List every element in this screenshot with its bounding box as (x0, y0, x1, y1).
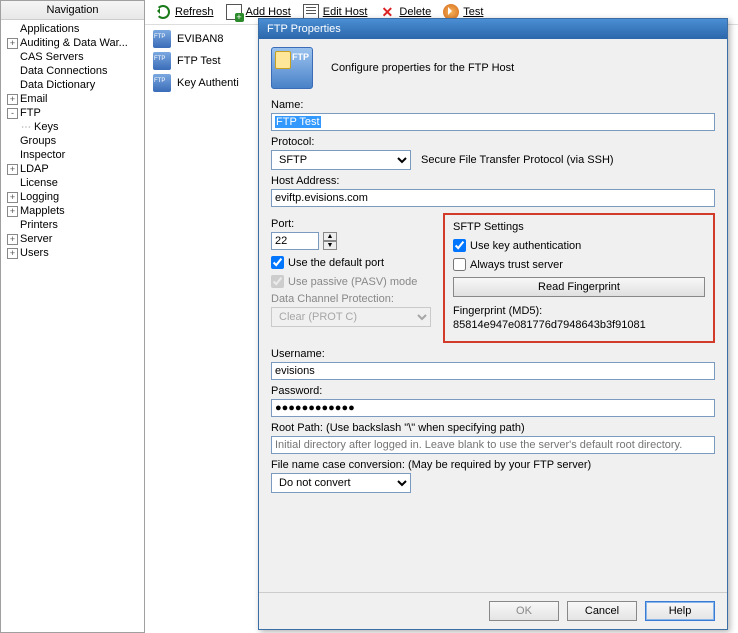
username-label: Username: (271, 348, 715, 360)
nav-item-printers[interactable]: Printers (1, 218, 144, 232)
dialog-subtitle: Configure properties for the FTP Host (331, 62, 514, 74)
read-fingerprint-button[interactable]: Read Fingerprint (453, 277, 705, 297)
port-down-button[interactable]: ▼ (323, 241, 337, 250)
navigation-tree: Applications +Auditing & Data War... CAS… (1, 20, 144, 262)
nav-item-dataconn[interactable]: Data Connections (1, 64, 144, 78)
dialog-title: FTP Properties (259, 19, 727, 39)
ftp-icon (153, 30, 171, 48)
host-input[interactable] (271, 189, 715, 207)
nav-item-ldap[interactable]: +LDAP (1, 162, 144, 176)
expand-icon[interactable]: + (7, 206, 18, 217)
help-button[interactable]: Help (645, 601, 715, 621)
name-input[interactable]: FTP Test (271, 113, 715, 131)
dcp-label: Data Channel Protection: (271, 293, 431, 305)
host-label: Host Address: (271, 175, 715, 187)
ftp-properties-dialog: FTP Properties Configure properties for … (258, 18, 728, 630)
sftp-settings-title: SFTP Settings (453, 221, 705, 233)
refresh-button[interactable]: Refresh (155, 4, 214, 20)
nav-item-license[interactable]: License (1, 176, 144, 190)
default-port-checkbox[interactable]: Use the default port (271, 256, 431, 269)
nav-item-users[interactable]: +Users (1, 246, 144, 260)
case-label: File name case conversion: (May be requi… (271, 459, 715, 471)
port-up-button[interactable]: ▲ (323, 232, 337, 241)
expand-icon[interactable]: + (7, 164, 18, 175)
dcp-select: Clear (PROT C) (271, 307, 431, 327)
fingerprint-label: Fingerprint (MD5): (453, 305, 705, 317)
nav-item-keys[interactable]: ⋯Keys (1, 120, 144, 134)
nav-item-logging[interactable]: +Logging (1, 190, 144, 204)
expand-icon[interactable]: + (7, 38, 18, 49)
name-label: Name: (271, 99, 715, 111)
add-icon (226, 4, 242, 20)
cancel-button[interactable]: Cancel (567, 601, 637, 621)
protocol-select[interactable]: SFTP (271, 150, 411, 170)
nav-item-server[interactable]: +Server (1, 232, 144, 246)
ftp-large-icon (271, 47, 313, 89)
rootpath-label: Root Path: (Use backslash "\" when speci… (271, 422, 715, 434)
sftp-settings-panel: SFTP Settings Use key authentication Alw… (443, 213, 715, 343)
protocol-description: Secure File Transfer Protocol (via SSH) (421, 154, 614, 166)
nav-item-datadict[interactable]: Data Dictionary (1, 78, 144, 92)
password-label: Password: (271, 385, 715, 397)
ftp-icon (153, 74, 171, 92)
username-input[interactable] (271, 362, 715, 380)
tree-branch-icon: ⋯ (21, 122, 31, 133)
nav-item-mapplets[interactable]: +Mapplets (1, 204, 144, 218)
expand-icon[interactable]: + (7, 192, 18, 203)
ok-button[interactable]: OK (489, 601, 559, 621)
nav-item-applications[interactable]: Applications (1, 22, 144, 36)
navigation-header: Navigation (1, 1, 144, 20)
collapse-icon[interactable]: - (7, 108, 18, 119)
nav-item-ftp[interactable]: -FTP (1, 106, 144, 120)
rootpath-input[interactable] (271, 436, 715, 454)
nav-item-inspector[interactable]: Inspector (1, 148, 144, 162)
fingerprint-value: 85814e947e081776d7948643b3f91081 (453, 319, 705, 331)
nav-item-auditing[interactable]: +Auditing & Data War... (1, 36, 144, 50)
expand-icon[interactable]: + (7, 248, 18, 259)
port-input[interactable] (271, 232, 319, 250)
navigation-panel: Navigation Applications +Auditing & Data… (0, 0, 145, 633)
nav-item-email[interactable]: +Email (1, 92, 144, 106)
nav-item-groups[interactable]: Groups (1, 134, 144, 148)
ftp-icon (153, 52, 171, 70)
port-label: Port: (271, 218, 431, 230)
pasv-checkbox: Use passive (PASV) mode (271, 275, 431, 288)
case-select[interactable]: Do not convert (271, 473, 411, 493)
trust-server-checkbox[interactable]: Always trust server (453, 258, 705, 271)
protocol-label: Protocol: (271, 136, 715, 148)
password-input[interactable] (271, 399, 715, 417)
expand-icon[interactable]: + (7, 94, 18, 105)
expand-icon[interactable]: + (7, 234, 18, 245)
nav-item-cas[interactable]: CAS Servers (1, 50, 144, 64)
refresh-icon (155, 4, 171, 20)
key-auth-checkbox[interactable]: Use key authentication (453, 239, 705, 252)
